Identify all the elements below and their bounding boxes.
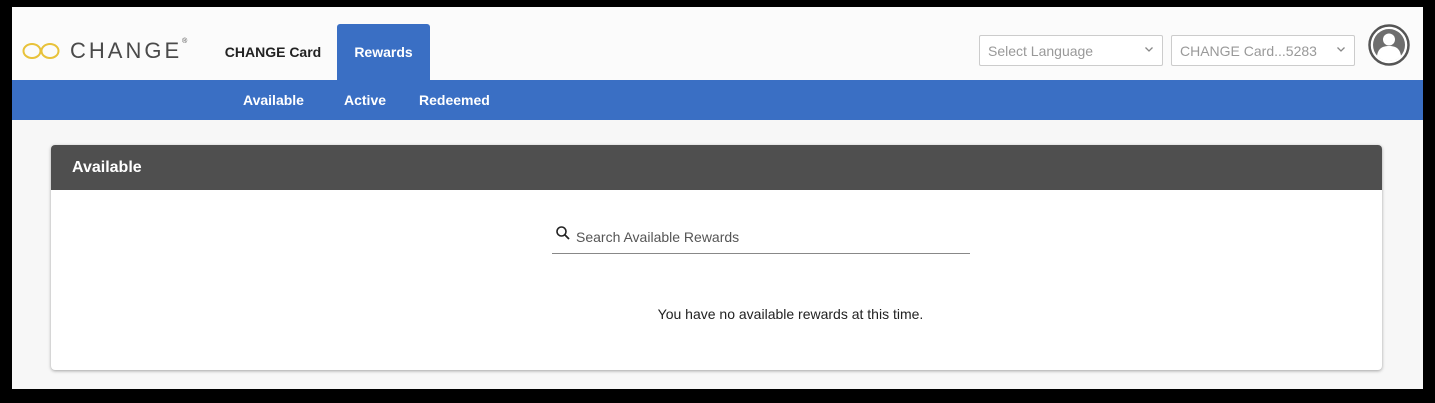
chevron-down-icon [1336, 44, 1346, 57]
subnav-available[interactable]: Available [243, 80, 304, 120]
rewards-subnav: Available Active Redeemed [12, 80, 1423, 120]
available-rewards-panel: Available You have no available rewards … [51, 145, 1382, 370]
subnav-redeemed[interactable]: Redeemed [419, 80, 490, 120]
brand-name: CHANGE® [70, 38, 188, 63]
subnav-active[interactable]: Active [344, 80, 386, 120]
card-select[interactable]: CHANGE Card...5283 [1171, 35, 1355, 66]
user-avatar-icon[interactable] [1368, 24, 1410, 66]
top-header: CHANGE® CHANGE Card Rewards Select Langu… [12, 7, 1423, 80]
search-field [552, 225, 970, 254]
tab-rewards[interactable]: Rewards [337, 24, 430, 80]
search-input[interactable] [576, 225, 956, 249]
panel-title: Available [51, 145, 1382, 190]
chevron-down-icon [1144, 44, 1154, 57]
tab-change-card[interactable]: CHANGE Card [212, 24, 334, 80]
language-select[interactable]: Select Language [979, 35, 1163, 66]
language-select-value: Select Language [988, 42, 1094, 59]
card-select-value: CHANGE Card...5283 [1180, 42, 1317, 59]
brand-logo[interactable]: CHANGE® [22, 36, 187, 66]
infinity-logo-icon [22, 43, 60, 59]
app-frame: CHANGE® CHANGE Card Rewards Select Langu… [12, 7, 1423, 389]
empty-state-message: You have no available rewards at this ti… [657, 306, 924, 322]
search-icon [555, 225, 571, 246]
